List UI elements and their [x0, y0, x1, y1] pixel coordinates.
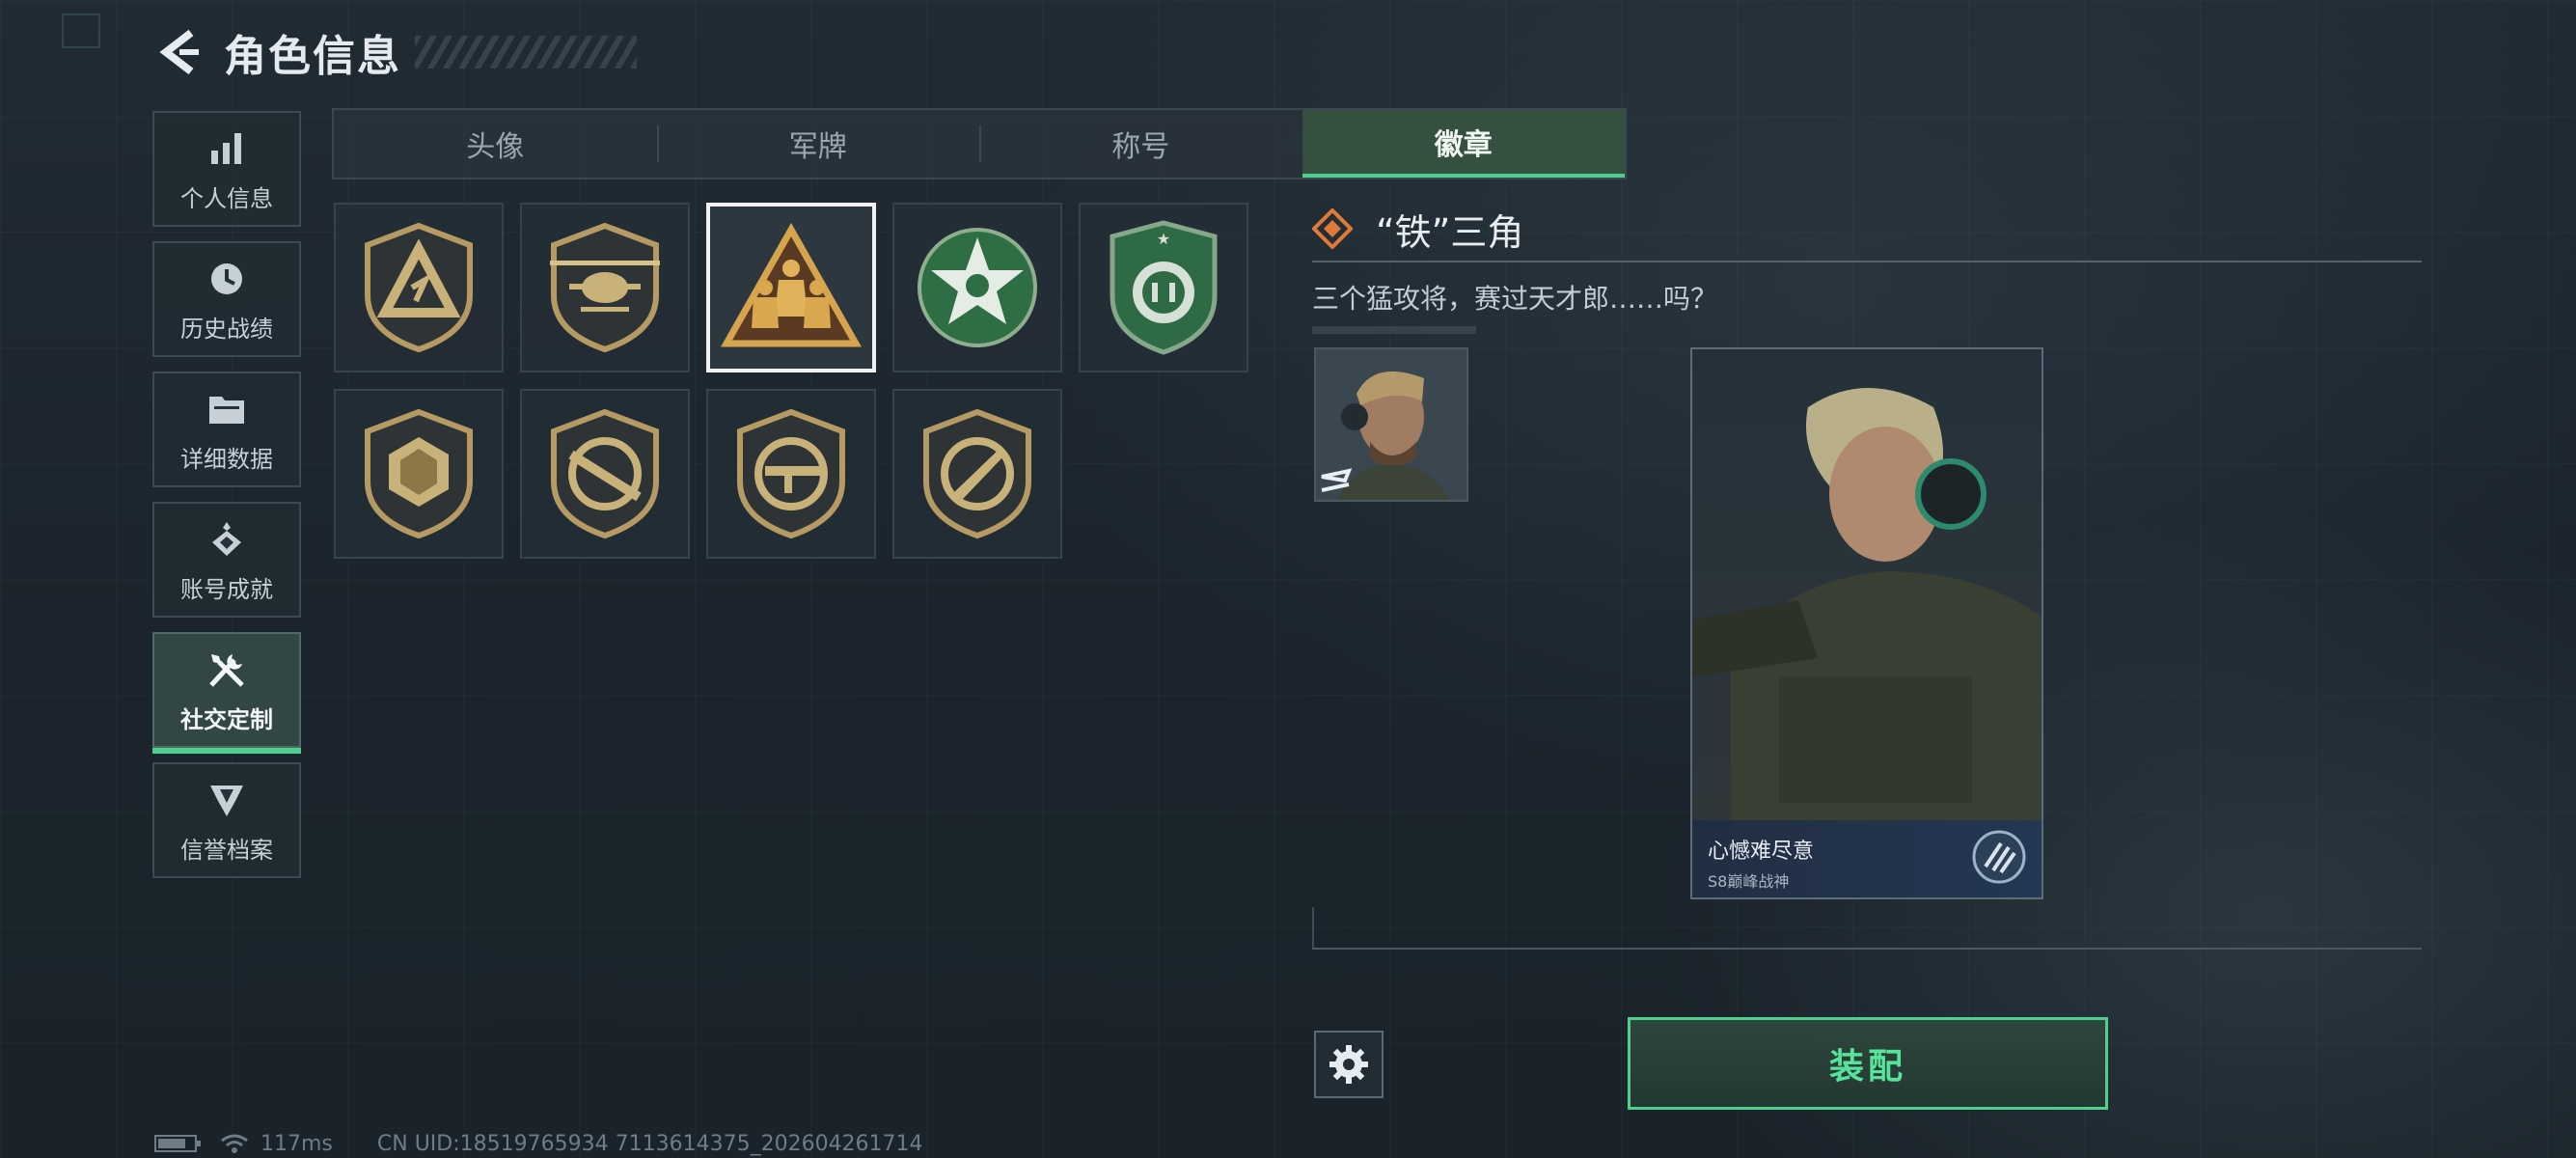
sidebar-item-social-custom[interactable]: 社交定制 — [152, 632, 301, 754]
bottom-divider — [1312, 907, 2422, 950]
green-shield-badge-icon: ★ — [1110, 220, 1218, 355]
sidebar-item-label: 详细数据 — [180, 445, 273, 473]
equip-button[interactable]: 装配 — [1628, 1017, 2108, 1110]
gear-icon — [1329, 1045, 1368, 1084]
header: 角色信息 — [154, 23, 637, 81]
sidebar-item-label: 历史战绩 — [180, 315, 273, 343]
achievement-icon — [204, 516, 250, 563]
uid-text: CN UID:18519765934 7113614375_2026042617… — [376, 1131, 923, 1156]
smg-badge-icon — [737, 408, 845, 539]
operator-portrait-icon — [1316, 349, 1466, 500]
diamond-icon — [1312, 208, 1353, 249]
card-footer: 心憾难尽意 S8巅峰战神 — [1692, 820, 2042, 897]
hexagon-gem-badge-icon — [365, 408, 473, 539]
wifi-icon — [221, 1134, 248, 1153]
sidebar-item-label: 社交定制 — [180, 705, 273, 733]
back-arrow-icon — [159, 29, 199, 75]
character-card: 心憾难尽意 S8巅峰战神 — [1690, 347, 2043, 899]
sidebar-item-label: 账号成就 — [180, 575, 273, 603]
title-divider — [1312, 261, 2422, 262]
equip-button-label: 装配 — [1828, 1047, 1906, 1087]
badge-cell[interactable] — [520, 389, 690, 559]
badge-description: 三个猛攻将，赛过天才郎……吗？ — [1312, 283, 1718, 315]
badge-cell[interactable] — [892, 389, 1062, 559]
tools-icon — [204, 647, 250, 693]
detail-title-row: “铁”三角 — [1312, 203, 2422, 255]
tab-badge[interactable]: 徽章 — [1302, 110, 1625, 178]
description-underline — [1312, 326, 1476, 334]
badge-detail-panel: “铁”三角 三个猛攻将，赛过天才郎……吗？ — [1312, 203, 2422, 334]
knife-badge-icon — [923, 408, 1031, 539]
reputation-icon — [204, 777, 250, 823]
badge-cell[interactable]: ★ — [1079, 203, 1248, 372]
folder-icon — [204, 386, 250, 432]
helicopter-badge-icon — [550, 222, 660, 353]
badge-cell[interactable] — [334, 203, 504, 372]
tab-bar: 头像 军牌 称号 徽章 — [332, 108, 1627, 179]
history-clock-icon — [204, 256, 250, 302]
tab-dogtag[interactable]: 军牌 — [656, 110, 980, 178]
sidebar-nav: 个人信息 历史战绩 详细数据 账号成就 社交定制 信誉档案 — [152, 111, 301, 893]
sidebar-item-label: 信誉档案 — [180, 836, 273, 864]
badge-cell[interactable] — [520, 203, 690, 372]
page-title: 角色信息 — [224, 32, 401, 81]
three-soldiers-triangle-badge-icon — [720, 222, 863, 347]
operator-artwork — [1692, 349, 2042, 824]
tab-avatar[interactable]: 头像 — [334, 110, 657, 178]
corner-decoration — [62, 14, 100, 48]
sidebar-item-label: 个人信息 — [180, 184, 273, 212]
sidebar-item-reputation[interactable]: 信誉档案 — [152, 762, 301, 878]
sidebar-item-history[interactable]: 历史战绩 — [152, 241, 301, 357]
ping-readout: 117ms — [260, 1131, 333, 1156]
badge-cell[interactable] — [706, 389, 876, 559]
badge-cell[interactable] — [334, 389, 504, 559]
avatar-thumbnail[interactable] — [1314, 347, 1468, 502]
green-star-badge-icon — [918, 228, 1037, 347]
title-decoration — [415, 36, 637, 69]
badge-title: “铁”三角 — [1376, 210, 1524, 254]
root: 角色信息 个人信息 历史战绩 详细数据 账号成就 社交定制 信誉档案 头像 军牌… — [0, 0, 2576, 1158]
badge-cell-selected[interactable] — [706, 203, 876, 372]
bar-chart-icon — [204, 125, 250, 172]
badge-cell[interactable] — [892, 203, 1062, 372]
back-button[interactable] — [154, 25, 203, 79]
sidebar-item-personal-info[interactable]: 个人信息 — [152, 111, 301, 227]
rifle-badge-icon — [551, 408, 659, 539]
battery-icon — [154, 1135, 201, 1152]
svg-text:★: ★ — [1157, 230, 1170, 248]
tab-title[interactable]: 称号 — [979, 110, 1302, 178]
status-bar: 117ms CN UID:18519765934 7113614375_2026… — [154, 1131, 923, 1156]
sidebar-item-achievements[interactable]: 账号成就 — [152, 502, 301, 618]
settings-button[interactable] — [1314, 1031, 1384, 1098]
rank-emblem-icon — [1972, 830, 2026, 884]
sidebar-item-detail-data[interactable]: 详细数据 — [152, 372, 301, 487]
triangle-shield-badge-icon — [365, 222, 473, 353]
